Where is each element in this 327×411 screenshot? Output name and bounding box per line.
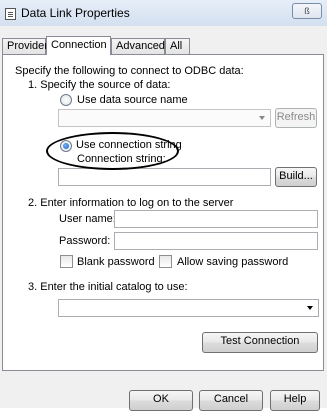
intro-text: Specify the following to connect to ODBC… — [15, 65, 244, 77]
blank-password-label: Blank password — [77, 256, 155, 268]
dialog-body: Provider Connection Advanced All Specify… — [0, 26, 327, 411]
password-label: Password: — [59, 235, 111, 247]
app-icon — [5, 8, 16, 20]
step-1-label: 1. Specify the source of data: — [28, 79, 171, 91]
tab-connection[interactable]: Connection — [46, 36, 111, 55]
tab-all[interactable]: All — [165, 38, 190, 54]
blank-password-checkbox[interactable] — [60, 255, 73, 268]
connection-string-input[interactable] — [58, 168, 271, 186]
tab-provider[interactable]: Provider — [2, 38, 48, 54]
allow-saving-password-checkbox[interactable] — [159, 255, 172, 268]
allow-saving-password-label: Allow saving password — [177, 256, 289, 268]
close-button[interactable]: ß — [292, 3, 322, 19]
highlight-annotation — [46, 132, 179, 170]
use-dsn-radio[interactable] — [60, 94, 72, 106]
build-button[interactable]: Build... — [275, 167, 317, 187]
password-input[interactable] — [114, 232, 318, 250]
chevron-down-icon — [307, 306, 313, 310]
step-3-label: 3. Enter the initial catalog to use: — [28, 281, 188, 293]
window-title: Data Link Properties — [21, 6, 130, 20]
connection-panel: Specify the following to connect to ODBC… — [2, 54, 324, 371]
username-input[interactable] — [114, 210, 318, 228]
title-bar: Data Link Properties ß — [0, 0, 327, 26]
test-connection-button[interactable]: Test Connection — [202, 332, 318, 353]
username-label: User name: — [59, 213, 116, 225]
initial-catalog-dropdown[interactable] — [58, 299, 319, 317]
chevron-down-icon — [259, 116, 265, 120]
step-2-label: 2. Enter information to log on to the se… — [28, 197, 234, 209]
tab-advanced[interactable]: Advanced — [111, 38, 165, 54]
refresh-button[interactable]: Refresh — [275, 108, 317, 128]
dsn-dropdown[interactable] — [58, 109, 271, 127]
use-dsn-label: Use data source name — [77, 94, 188, 106]
